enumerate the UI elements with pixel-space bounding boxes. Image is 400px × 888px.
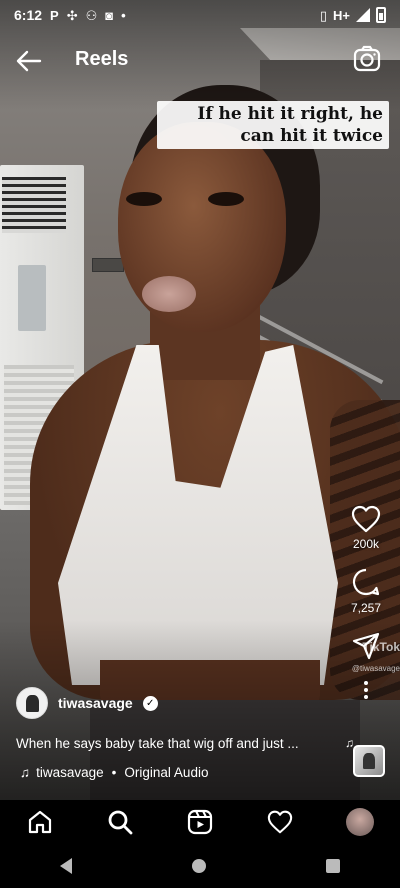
verified-badge-icon: ✓ bbox=[142, 695, 158, 711]
nav-reels[interactable] bbox=[180, 802, 220, 842]
signal-icon bbox=[356, 8, 370, 22]
nav-activity[interactable] bbox=[260, 802, 300, 842]
profile-avatar bbox=[346, 808, 374, 836]
nav-search[interactable] bbox=[100, 802, 140, 842]
camera-button[interactable] bbox=[352, 44, 382, 74]
video-person-eye bbox=[126, 192, 162, 206]
network-type: H+ bbox=[333, 7, 350, 23]
author-name[interactable]: tiwasavage bbox=[58, 695, 133, 711]
status-time: 6:12 bbox=[14, 7, 43, 23]
like-count: 200k bbox=[352, 537, 380, 551]
audio-thumbnail[interactable] bbox=[353, 745, 385, 777]
video-person-eye bbox=[208, 192, 244, 206]
search-icon bbox=[108, 810, 133, 835]
nav-home[interactable] bbox=[20, 802, 60, 842]
dot-icon: • bbox=[121, 7, 126, 23]
comment-icon bbox=[352, 568, 380, 596]
home-icon bbox=[28, 810, 52, 834]
pinwheel-icon: ✣ bbox=[66, 7, 78, 23]
more-vertical-icon bbox=[364, 681, 368, 699]
music-note-icon: ♫ bbox=[20, 765, 31, 780]
ac-panel bbox=[18, 265, 46, 331]
comment-count: 7,257 bbox=[350, 601, 382, 615]
arrow-left-icon bbox=[16, 50, 42, 72]
p-icon: P bbox=[50, 7, 59, 23]
status-bar: 6:12 P ✣ ⚇ ◙ • ▯ H+ bbox=[0, 0, 400, 30]
reels-header: Reels bbox=[0, 38, 400, 82]
author-row: tiwasavage ✓ bbox=[16, 687, 158, 719]
status-left: 6:12 P ✣ ⚇ ◙ • bbox=[14, 7, 126, 23]
ac-vent bbox=[2, 177, 66, 233]
system-navigation bbox=[0, 844, 400, 888]
heart-icon bbox=[351, 505, 381, 533]
camera-icon bbox=[353, 45, 381, 72]
battery-icon bbox=[376, 7, 386, 23]
like-button[interactable]: 200k bbox=[351, 505, 381, 551]
send-icon bbox=[352, 632, 380, 660]
reels-icon bbox=[187, 809, 213, 835]
system-home-icon[interactable] bbox=[192, 859, 206, 873]
page-title: Reels bbox=[75, 48, 129, 70]
instagram-icon: ◙ bbox=[105, 7, 114, 23]
back-button[interactable] bbox=[14, 46, 44, 76]
post-caption[interactable]: When he says baby take that wig off and … bbox=[16, 736, 336, 751]
status-right: ▯ H+ bbox=[320, 7, 386, 23]
vpn-icon: ⚇ bbox=[85, 7, 98, 23]
system-back-icon[interactable] bbox=[60, 858, 72, 874]
audio-separator: • bbox=[111, 765, 117, 780]
system-recents-icon[interactable] bbox=[326, 859, 340, 873]
video-overlay-caption: If he hit it right, he can hit it twice bbox=[157, 101, 389, 149]
audio-title: Original Audio bbox=[124, 765, 209, 780]
heart-icon bbox=[267, 810, 293, 834]
video-person-lips bbox=[142, 276, 196, 312]
reel-actions: 200k 7,257 bbox=[342, 505, 390, 706]
audio-author: tiwasavage bbox=[36, 765, 104, 780]
share-button[interactable] bbox=[351, 631, 381, 661]
audio-info[interactable]: ♫ tiwasavage • Original Audio bbox=[20, 765, 208, 780]
more-button[interactable] bbox=[361, 679, 371, 706]
author-avatar[interactable] bbox=[16, 687, 48, 719]
bottom-navigation bbox=[0, 800, 400, 844]
comment-button[interactable]: 7,257 bbox=[351, 567, 381, 615]
nav-profile[interactable] bbox=[340, 802, 380, 842]
vibrate-icon: ▯ bbox=[319, 7, 328, 23]
video-wall-switch bbox=[92, 258, 124, 272]
